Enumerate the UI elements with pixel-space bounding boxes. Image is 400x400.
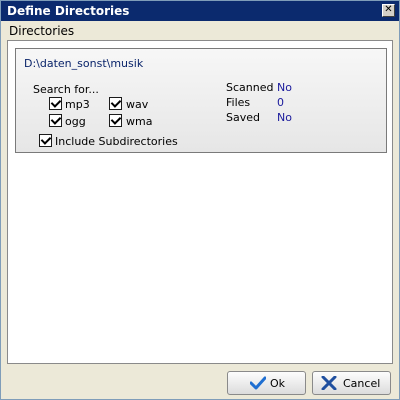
close-button[interactable]: ✕: [382, 4, 395, 17]
cancel-button[interactable]: Cancel: [312, 371, 391, 395]
directory-entry-panel[interactable]: D:\daten_sonst\musik Search for... mp3 w…: [15, 48, 387, 153]
saved-value: No: [277, 111, 292, 124]
files-label: Files: [226, 96, 251, 109]
checkbox-wav-label: wav: [126, 98, 149, 111]
search-for-label: Search for...: [33, 83, 99, 96]
checkmark-icon: [250, 376, 266, 390]
button-bar: Ok Cancel: [1, 365, 399, 399]
cancel-button-label: Cancel: [343, 377, 381, 390]
files-value: 0: [277, 96, 284, 109]
menu-directories[interactable]: Directories: [9, 24, 74, 38]
checkbox-ogg-label: ogg: [65, 115, 86, 128]
cancel-x-icon: [321, 376, 337, 390]
checkbox-mp3-label: mp3: [65, 98, 90, 111]
checkbox-wav[interactable]: [109, 97, 122, 110]
checkbox-include-subdirectories[interactable]: [39, 134, 52, 147]
menu-directories-label: Directories: [9, 24, 75, 38]
saved-label: Saved: [226, 111, 260, 124]
dialog-window: Define Directories ✕ Directories D:\date…: [0, 0, 400, 400]
checkbox-ogg[interactable]: [49, 114, 62, 127]
menu-bar: Directories: [1, 21, 399, 40]
checkbox-wma-label: wma: [126, 115, 153, 128]
checkbox-wma[interactable]: [109, 114, 122, 127]
ok-button[interactable]: Ok: [227, 371, 306, 395]
window-title: Define Directories: [7, 4, 130, 18]
include-subdirectories-label: Include Subdirectories: [55, 135, 178, 148]
close-icon: ✕: [384, 4, 393, 15]
directory-path: D:\daten_sonst\musik: [24, 57, 144, 70]
directories-list[interactable]: D:\daten_sonst\musik Search for... mp3 w…: [7, 40, 393, 364]
ok-button-label: Ok: [270, 377, 286, 390]
scanned-value: No: [277, 81, 292, 94]
checkbox-mp3[interactable]: [49, 97, 62, 110]
title-bar[interactable]: Define Directories ✕: [1, 1, 399, 21]
scanned-label: Scanned: [226, 81, 274, 94]
